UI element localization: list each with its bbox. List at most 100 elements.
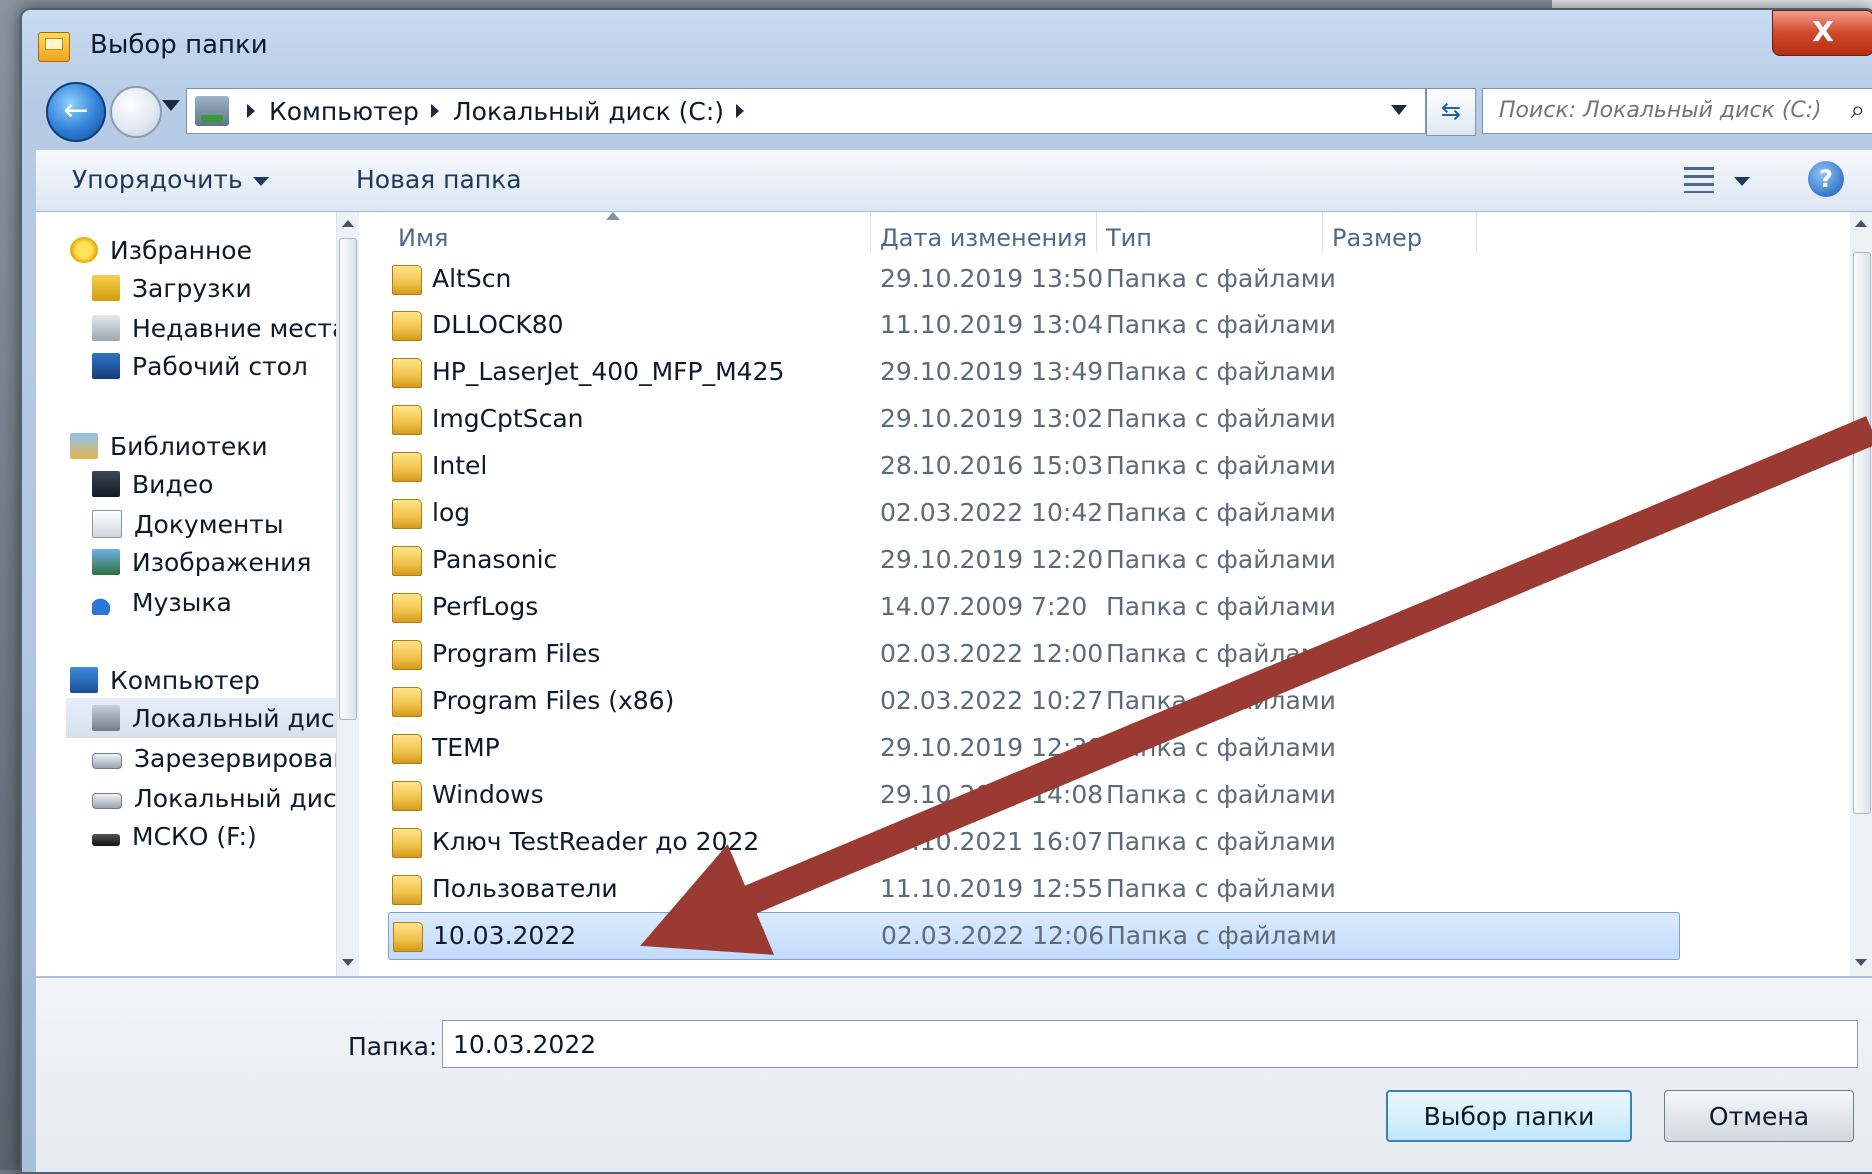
column-header-type[interactable]: Тип: [1106, 224, 1152, 252]
search-icon[interactable]: ⌕: [1850, 95, 1865, 126]
nav-documents[interactable]: Документы: [92, 504, 412, 544]
file-type: Папка с файлами: [1106, 545, 1336, 574]
hard-drive-icon: [92, 793, 122, 809]
nav-downloads[interactable]: Загрузки: [92, 268, 412, 308]
table-row[interactable]: Пользователи 11.10.2019 12:55 Папка с файл…: [376, 866, 1816, 912]
nav-local-disk-2[interactable]: Локальный диск: [92, 778, 336, 818]
view-options-button[interactable]: [1680, 163, 1760, 199]
scroll-down-icon[interactable]: [1855, 959, 1867, 966]
file-name: Program Files: [432, 639, 601, 668]
breadcrumb-computer[interactable]: Компьютер: [269, 97, 419, 126]
file-name: HP_LaserJet_400_MFP_M425: [432, 357, 785, 386]
organize-button[interactable]: Упорядочить: [72, 165, 269, 194]
pictures-icon: [92, 549, 120, 575]
scroll-down-icon[interactable]: [342, 959, 354, 966]
nav-desktop[interactable]: Рабочий стол: [92, 346, 412, 386]
scroll-up-icon[interactable]: [1855, 220, 1867, 227]
organize-label: Упорядочить: [72, 165, 243, 194]
table-row[interactable]: Panasonic 29.10.2019 12:20 Папка с файлами: [376, 537, 1816, 583]
nav-scrollbar[interactable]: [336, 212, 359, 976]
nav-recent-places[interactable]: Недавние места: [92, 308, 412, 348]
history-dropdown-icon[interactable]: [162, 100, 180, 111]
view-details-icon: [1684, 167, 1714, 193]
table-row[interactable]: Ключ TestReader до 2022 06.10.2021 16:07 П…: [376, 819, 1816, 865]
file-type: Папка с файлами: [1106, 264, 1336, 293]
column-header-name[interactable]: Имя: [398, 224, 449, 252]
command-bar: Упорядочить Новая папка ?: [36, 150, 1872, 212]
file-date: 02.03.2022 12:00: [880, 639, 1104, 668]
folder-icon: [392, 687, 422, 717]
folder-icon: [392, 265, 422, 295]
folder-picker-dialog: Выбор папки X ← Компьютер Локальный диск…: [20, 8, 1872, 1174]
folder-icon: [392, 499, 422, 529]
table-row[interactable]: DLLOCK80 11.10.2019 13:04 Папка с файлами: [376, 302, 1816, 348]
select-folder-button[interactable]: Выбор папки: [1386, 1090, 1632, 1142]
refresh-button[interactable]: ⇆: [1426, 88, 1476, 136]
table-row[interactable]: AltScn 29.10.2019 13:50 Папка с файлами: [376, 256, 1816, 302]
browser-area: Избранное Загрузки Недавние места Рабочи…: [36, 212, 1872, 976]
column-divider[interactable]: [870, 212, 871, 252]
folder-icon: [392, 640, 422, 670]
nav-video[interactable]: Видео: [92, 464, 412, 504]
breadcrumb-chevron-icon[interactable]: [736, 104, 745, 118]
address-bar[interactable]: Компьютер Локальный диск (C:): [186, 88, 1426, 134]
computer-icon: [70, 667, 98, 693]
table-row[interactable]: Intel 28.10.2016 15:03 Папка с файлами: [376, 443, 1816, 489]
file-type: Папка с файлами: [1106, 310, 1336, 339]
table-row[interactable]: Windows 29.10.2019 14:08 Папка с файлами: [376, 772, 1816, 818]
table-row[interactable]: ImgCptScan 29.10.2019 13:02 Папка с файлам…: [376, 396, 1816, 442]
table-row[interactable]: PerfLogs 14.07.2009 7:20 Папка с файлами: [376, 584, 1816, 630]
column-divider[interactable]: [1096, 212, 1097, 252]
breadcrumb-chevron-icon[interactable]: [247, 104, 255, 118]
column-header-date[interactable]: Дата изменения: [880, 224, 1087, 252]
cancel-button[interactable]: Отмена: [1664, 1090, 1854, 1142]
file-type: Папка с файлами: [1107, 921, 1337, 950]
nav-reserved-drive[interactable]: Зарезервирован: [92, 738, 336, 778]
folder-icon: [393, 922, 423, 952]
nav-music[interactable]: Музыка: [92, 582, 412, 622]
file-type: Папка с файлами: [1106, 874, 1336, 903]
nav-images[interactable]: Изображения: [92, 542, 412, 582]
music-note-icon: [92, 589, 120, 615]
file-name: 10.03.2022: [433, 921, 577, 950]
help-button[interactable]: ?: [1808, 161, 1844, 197]
nav-local-disk-c[interactable]: Локальный диск: [66, 698, 336, 738]
column-divider[interactable]: [1322, 212, 1323, 252]
back-button[interactable]: ←: [46, 82, 106, 142]
file-date: 14.07.2009 7:20: [880, 592, 1088, 621]
table-row[interactable]: TEMP 29.10.2019 12:30 Папка с файлами: [376, 725, 1816, 771]
nav-label: Избранное: [110, 235, 252, 265]
close-button[interactable]: X: [1772, 10, 1872, 56]
forward-button[interactable]: [110, 86, 162, 138]
breadcrumb-local-disk[interactable]: Локальный диск (C:): [453, 97, 724, 126]
column-header-size[interactable]: Размер: [1332, 224, 1422, 252]
folder-icon: [392, 311, 422, 341]
nav-scroll-thumb[interactable]: [339, 238, 357, 720]
search-box[interactable]: ⌕: [1482, 88, 1872, 134]
file-scroll-thumb[interactable]: [1853, 252, 1871, 814]
title-bar: Выбор папки X: [22, 10, 1872, 80]
table-row[interactable]: Program Files 02.03.2022 12:00 Папка с фай…: [376, 631, 1816, 677]
table-row[interactable]: Program Files (x86) 02.03.2022 10:27 Папка…: [376, 678, 1816, 724]
scroll-up-icon[interactable]: [342, 220, 354, 227]
nav-mcko-drive[interactable]: МСКО (F:): [92, 816, 336, 856]
downloads-folder-icon: [92, 275, 120, 301]
table-row[interactable]: log 02.03.2022 10:42 Папка с файлами: [376, 490, 1816, 536]
libraries-icon: [70, 433, 98, 459]
nav-label: Документы: [134, 509, 284, 539]
file-name: Intel: [432, 451, 488, 480]
table-row[interactable]: HP_LaserJet_400_MFP_M425 29.10.2019 13:49…: [376, 349, 1816, 395]
breadcrumb-chevron-icon[interactable]: [430, 104, 439, 118]
search-input[interactable]: [1497, 89, 1821, 131]
table-row-selected[interactable]: 10.03.2022 02.03.2022 12:06 Папка с файлам…: [388, 912, 1680, 960]
nav-label: Загрузки: [132, 273, 252, 303]
file-list-scrollbar[interactable]: [1850, 212, 1872, 976]
folder-icon: [392, 828, 422, 858]
column-divider[interactable]: [1476, 212, 1477, 252]
folder-name-input[interactable]: [442, 1020, 1858, 1068]
new-folder-button[interactable]: Новая папка: [356, 165, 522, 194]
file-type: Папка с файлами: [1106, 451, 1336, 480]
address-dropdown-icon[interactable]: [1391, 105, 1407, 115]
chevron-down-icon: [1734, 177, 1750, 186]
file-date: 02.03.2022 10:27: [880, 686, 1104, 715]
